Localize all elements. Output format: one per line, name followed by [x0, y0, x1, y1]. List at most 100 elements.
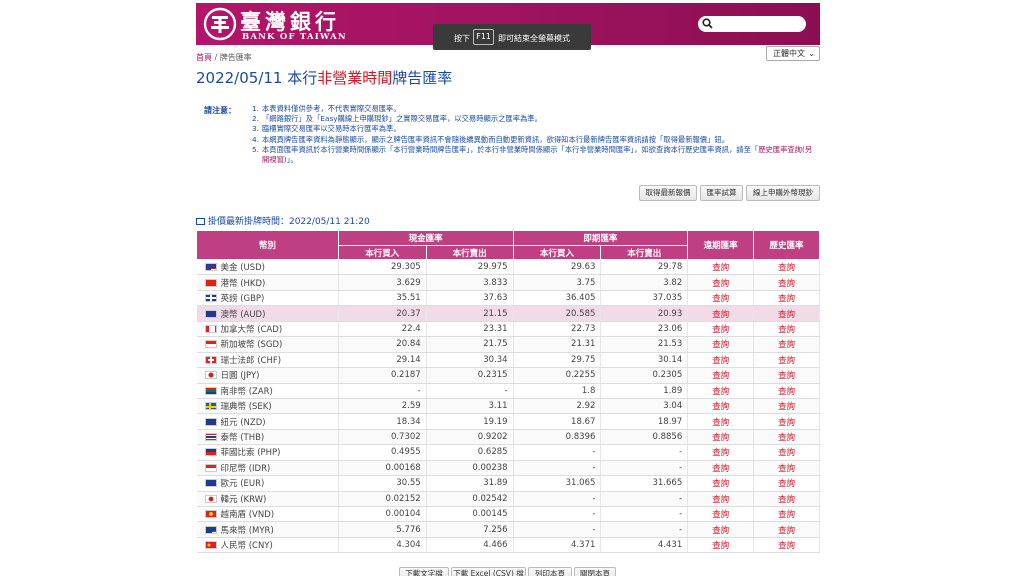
history-rate-query-link[interactable]: 查詢: [753, 413, 820, 430]
download-text-button[interactable]: 下載文字檔: [399, 567, 449, 576]
spot-sell-cell: 20.93: [600, 305, 689, 322]
cash-buy-cell: 0.00104: [338, 506, 427, 523]
cash-sell-cell: 0.9202: [426, 429, 514, 446]
currency-name: 印尼幣 (IDR): [220, 463, 271, 474]
monitor-icon: [196, 218, 205, 225]
forward-rate-query-link[interactable]: 查詢: [687, 274, 755, 291]
history-rate-query-link[interactable]: 查詢: [753, 305, 820, 322]
history-rate-query-link[interactable]: 查詢: [753, 383, 820, 399]
currency-cell: 澳幣 (AUD): [196, 305, 339, 322]
cash-sell-cell: 0.2315: [426, 367, 514, 384]
page-title: 2022/05/11 本行非營業時間牌告匯率: [196, 67, 452, 88]
cash-buy-cell: 2.59: [338, 398, 427, 415]
forward-rate-query-link[interactable]: 查詢: [687, 521, 755, 538]
chevron-down-icon: ⌄: [808, 49, 815, 58]
spot-sell-cell: 0.2305: [600, 367, 689, 384]
forward-rate-query-link[interactable]: 查詢: [687, 367, 755, 384]
spot-sell-cell: 21.53: [600, 336, 689, 353]
print-page-button[interactable]: 列印本頁: [528, 567, 572, 576]
history-rate-query-link[interactable]: 查詢: [753, 475, 820, 492]
title-part2: 牌告匯率: [392, 69, 453, 87]
currency-name: 加拿大幣 (CAD): [220, 324, 283, 335]
history-rate-query-link[interactable]: 查詢: [753, 537, 820, 554]
header-spot-sell: 本行賣出: [600, 245, 689, 260]
eu-flag-icon: [204, 479, 217, 488]
forward-rate-query-link[interactable]: 查詢: [687, 444, 755, 461]
spot-buy-cell: 36.405: [513, 290, 602, 307]
history-rate-query-link[interactable]: 查詢: [753, 274, 820, 291]
cash-buy-cell: 35.51: [338, 290, 427, 307]
download-csv-button[interactable]: 下載 Excel (CSV) 檔: [451, 567, 526, 576]
forward-rate-query-link[interactable]: 查詢: [687, 259, 755, 276]
za-flag-icon: [204, 386, 217, 395]
forward-rate-query-link[interactable]: 查詢: [687, 537, 755, 554]
forward-rate-query-link[interactable]: 查詢: [687, 491, 755, 508]
currency-name: 越南盾 (VND): [220, 510, 275, 521]
breadcrumb-current: 牌告匯率: [219, 53, 252, 62]
history-rate-query-link[interactable]: 查詢: [753, 259, 820, 276]
forward-rate-query-link[interactable]: 查詢: [687, 398, 755, 415]
spot-sell-cell: -: [600, 444, 689, 461]
cash-sell-cell: 4.466: [426, 537, 514, 554]
history-rate-query-link[interactable]: 查詢: [753, 321, 820, 338]
spot-buy-cell: 0.2255: [513, 367, 602, 384]
history-rate-query-link[interactable]: 查詢: [753, 398, 820, 415]
table-row: 港幣 (HKD) 3.629 3.833 3.75 3.82 查詢 查詢: [196, 274, 820, 291]
rate-calculator-button[interactable]: 匯率試算: [700, 185, 743, 201]
cash-buy-cell: 20.84: [338, 336, 427, 353]
forward-rate-query-link[interactable]: 查詢: [687, 429, 755, 446]
spot-buy-cell: 1.8: [513, 383, 602, 399]
bank-logo-icon[interactable]: [202, 7, 238, 41]
close-page-button[interactable]: 關閉本頁: [574, 567, 616, 576]
currency-cell: 歐元 (EUR): [196, 475, 339, 492]
history-rate-query-link[interactable]: 查詢: [753, 290, 820, 307]
jp-flag-icon: [204, 371, 217, 380]
cash-sell-cell: 23.31: [426, 321, 514, 338]
cash-sell-cell: 7.256: [426, 521, 514, 538]
spot-buy-cell: -: [513, 460, 602, 477]
spot-sell-cell: 1.89: [600, 383, 689, 399]
forward-rate-query-link[interactable]: 查詢: [687, 336, 755, 353]
forward-rate-query-link[interactable]: 查詢: [687, 352, 755, 369]
currency-cell: 泰幣 (THB): [196, 429, 339, 446]
history-rate-query-link[interactable]: 查詢: [753, 367, 820, 384]
breadcrumb-home-link[interactable]: 首頁: [196, 53, 212, 62]
header-spot-buy: 本行買入: [512, 245, 602, 260]
forward-rate-query-link[interactable]: 查詢: [687, 383, 755, 399]
currency-cell: 瑞士法郎 (CHF): [196, 352, 339, 369]
forward-rate-query-link[interactable]: 查詢: [687, 305, 755, 322]
forward-rate-query-link[interactable]: 查詢: [687, 290, 755, 307]
history-rate-query-link[interactable]: 查詢: [753, 491, 820, 508]
history-rate-query-link[interactable]: 查詢: [753, 444, 820, 461]
cash-sell-cell: 3.833: [426, 274, 514, 291]
forward-rate-query-link[interactable]: 查詢: [687, 506, 755, 523]
title-date: 2022/05/11: [196, 69, 283, 87]
currency-cell: 美金 (USD): [196, 259, 339, 276]
currency-cell: 人民幣 (CNY): [196, 537, 339, 554]
search-input[interactable]: [698, 16, 806, 32]
history-rate-query-link[interactable]: 查詢: [753, 429, 820, 446]
notes-label: 請注意：: [204, 106, 236, 115]
spot-buy-cell: 29.63: [513, 259, 602, 276]
spot-sell-cell: 4.431: [600, 537, 689, 554]
spot-sell-cell: -: [600, 506, 689, 523]
header-cash-rate: 現金匯率: [337, 230, 514, 246]
forward-rate-query-link[interactable]: 查詢: [687, 475, 755, 492]
history-rate-query-link[interactable]: 查詢: [753, 336, 820, 353]
history-rate-query-link[interactable]: 查詢: [753, 460, 820, 477]
forward-rate-query-link[interactable]: 查詢: [687, 413, 755, 430]
buy-foreign-cash-button[interactable]: 線上申購外幣現鈔: [746, 185, 820, 201]
note-item: 3. 臨櫃實際交易匯率以交易時本行匯率為準。: [252, 124, 401, 134]
get-latest-quote-button[interactable]: 取得最新報價: [639, 185, 697, 201]
spot-sell-cell: 18.97: [600, 413, 689, 430]
spot-sell-cell: 0.8856: [600, 429, 689, 446]
forward-rate-query-link[interactable]: 查詢: [687, 321, 755, 338]
f11-key: F11: [473, 29, 494, 45]
currency-name: 港幣 (HKD): [220, 278, 266, 289]
history-rate-query-link[interactable]: 查詢: [753, 521, 820, 538]
language-select[interactable]: 正體中文 ⌄: [766, 46, 820, 61]
history-rate-query-link[interactable]: 查詢: [753, 352, 820, 369]
breadcrumb-separator: /: [212, 53, 220, 62]
history-rate-query-link[interactable]: 查詢: [753, 506, 820, 523]
forward-rate-query-link[interactable]: 查詢: [687, 460, 755, 477]
